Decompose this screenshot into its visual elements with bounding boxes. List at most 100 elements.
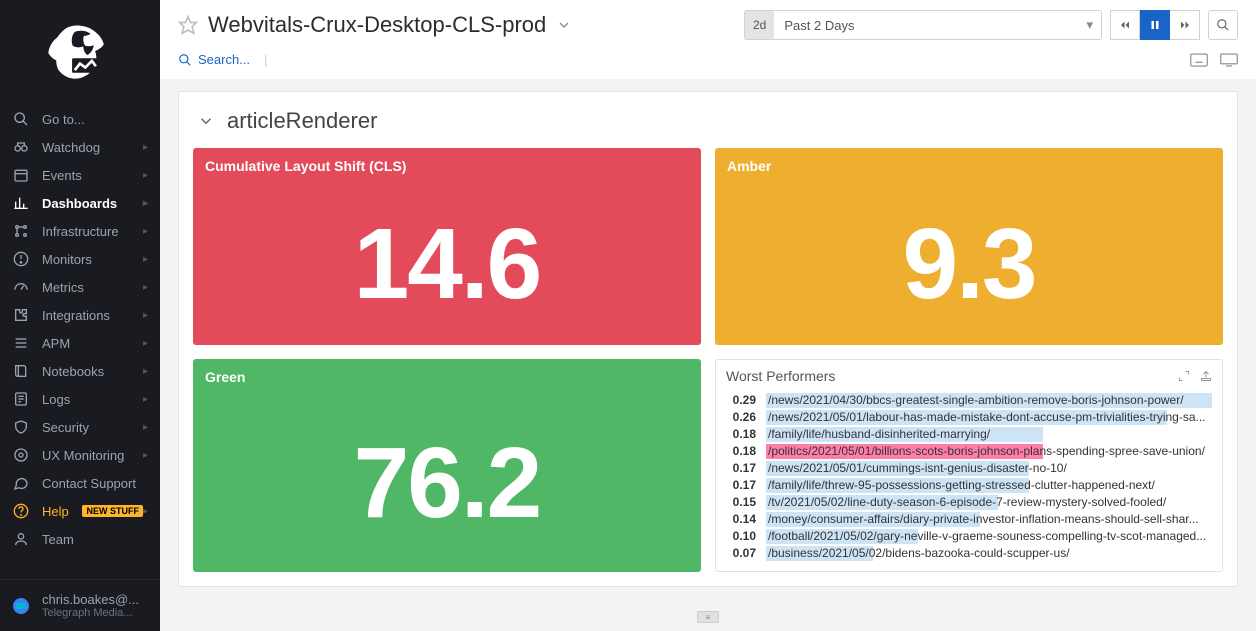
time-label: Past 2 Days — [784, 18, 1086, 33]
chevron-right-icon: ▸ — [143, 142, 148, 153]
search-link[interactable]: Search... | — [178, 52, 267, 67]
help-icon — [12, 503, 30, 519]
table-row[interactable]: 0.15/tv/2021/05/02/line-duty-season-6-ep… — [724, 494, 1214, 511]
chevron-right-icon: ▸ — [143, 394, 148, 405]
worst-performers-card[interactable]: Worst Performers 0.29/news/2021/04/30/bb… — [715, 359, 1223, 572]
nav-apm[interactable]: APM▸ — [0, 329, 160, 357]
search-label: Search... — [198, 52, 250, 67]
table-row[interactable]: 0.18/family/life/husband-disinherited-ma… — [724, 426, 1214, 443]
main: Webvitals-Crux-Desktop-CLS-prod 2d Past … — [160, 0, 1256, 631]
calendar-icon — [12, 167, 30, 183]
row-path: /news/2021/04/30/bbcs-greatest-single-am… — [766, 393, 1212, 408]
table-row[interactable]: 0.29/news/2021/04/30/bbcs-greatest-singl… — [724, 392, 1214, 409]
time-back-button[interactable] — [1110, 10, 1140, 40]
nav-label: Contact Support — [42, 476, 148, 491]
chevron-right-icon: ▸ — [143, 170, 148, 181]
nav-items: Go to...Watchdog▸Events▸Dashboards▸Infra… — [0, 105, 160, 579]
nav-team[interactable]: Team — [0, 525, 160, 553]
user-org: Telegraph Media... — [42, 607, 139, 619]
tile-green[interactable]: Green 76.2 — [193, 359, 701, 572]
row-path: /money/consumer-affairs/diary-private-in… — [766, 512, 1212, 527]
avatar-icon — [12, 598, 30, 614]
row-path: /business/2021/05/02/bidens-bazooka-coul… — [766, 546, 1212, 561]
nav-label: Help — [42, 504, 78, 519]
time-pause-button[interactable] — [1140, 10, 1170, 40]
row-value: 0.18 — [726, 444, 756, 459]
nav-label: APM — [42, 336, 143, 351]
new-badge: NEW STUFF — [82, 505, 143, 517]
tile-value: 76.2 — [193, 395, 701, 572]
nav-label: Dashboards — [42, 196, 143, 211]
nav-label: Logs — [42, 392, 143, 407]
tile-amber[interactable]: Amber 9.3 — [715, 148, 1223, 345]
group-card: articleRenderer Cumulative Layout Shift … — [178, 91, 1238, 587]
chevron-right-icon: ▸ — [143, 198, 148, 209]
logo[interactable] — [0, 0, 160, 105]
export-icon[interactable] — [1200, 370, 1212, 382]
nav-label: Go to... — [42, 112, 148, 127]
search-icon-button[interactable] — [1208, 10, 1238, 40]
nav-label: Watchdog — [42, 140, 143, 155]
table-row[interactable]: 0.07/business/2021/05/02/bidens-bazooka-… — [724, 545, 1214, 562]
chevron-right-icon: ▸ — [143, 366, 148, 377]
row-value: 0.15 — [726, 495, 756, 510]
time-nav — [1110, 10, 1200, 40]
nav-label: Monitors — [42, 252, 143, 267]
nav-events[interactable]: Events▸ — [0, 161, 160, 189]
table-row[interactable]: 0.10/football/2021/05/02/gary-neville-v-… — [724, 528, 1214, 545]
nav-goto[interactable]: Go to... — [0, 105, 160, 133]
row-value: 0.26 — [726, 410, 756, 425]
chevron-right-icon: ▸ — [143, 310, 148, 321]
user-menu[interactable]: chris.boakes@... Telegraph Media... — [0, 586, 160, 625]
nav-metrics[interactable]: Metrics▸ — [0, 273, 160, 301]
tile-title: Cumulative Layout Shift (CLS) — [193, 148, 701, 184]
table-row[interactable]: 0.18/politics/2021/05/01/billions-scots-… — [724, 443, 1214, 460]
nav-notebooks[interactable]: Notebooks▸ — [0, 357, 160, 385]
chevron-right-icon: ▸ — [143, 506, 148, 517]
nodes-icon — [12, 223, 30, 239]
table-row[interactable]: 0.17/news/2021/05/01/cummings-isnt-geniu… — [724, 460, 1214, 477]
nav-contact-support[interactable]: Contact Support — [0, 469, 160, 497]
nav-watchdog[interactable]: Watchdog▸ — [0, 133, 160, 161]
title-menu-chevron-icon[interactable] — [556, 17, 572, 33]
nav-label: Integrations — [42, 308, 143, 323]
nav-integrations[interactable]: Integrations▸ — [0, 301, 160, 329]
time-range-picker[interactable]: 2d Past 2 Days ▾ — [744, 10, 1102, 40]
expand-icon[interactable] — [1178, 370, 1190, 382]
table-title: Worst Performers — [726, 368, 835, 384]
nav-label: Events — [42, 168, 143, 183]
group-header[interactable]: articleRenderer — [193, 92, 1223, 148]
table-row[interactable]: 0.17/family/life/threw-95-possessions-ge… — [724, 477, 1214, 494]
row-path: /tv/2021/05/02/line-duty-season-6-episod… — [766, 495, 1212, 510]
time-forward-button[interactable] — [1170, 10, 1200, 40]
row-path: /family/life/husband-disinherited-marryi… — [766, 427, 1212, 442]
nav-monitors[interactable]: Monitors▸ — [0, 245, 160, 273]
row-value: 0.17 — [726, 461, 756, 476]
table-row[interactable]: 0.26/news/2021/05/01/labour-has-made-mis… — [724, 409, 1214, 426]
content: articleRenderer Cumulative Layout Shift … — [160, 79, 1256, 631]
logs-icon — [12, 391, 30, 407]
tile-cls-red[interactable]: Cumulative Layout Shift (CLS) 14.6 — [193, 148, 701, 345]
tile-title: Green — [193, 359, 701, 395]
keyboard-icon[interactable] — [1190, 53, 1208, 67]
alert-icon — [12, 251, 30, 267]
nav-security[interactable]: Security▸ — [0, 413, 160, 441]
chevron-right-icon: ▸ — [143, 338, 148, 349]
tv-mode-icon[interactable] — [1220, 53, 1238, 67]
table-row[interactable]: 0.14/money/consumer-affairs/diary-privat… — [724, 511, 1214, 528]
nav-ux-monitoring[interactable]: UX Monitoring▸ — [0, 441, 160, 469]
star-icon[interactable] — [178, 15, 198, 35]
chevron-right-icon: ▸ — [143, 226, 148, 237]
search-icon — [178, 53, 192, 67]
group-title: articleRenderer — [227, 108, 377, 134]
time-chip: 2d — [745, 11, 774, 39]
nav-logs[interactable]: Logs▸ — [0, 385, 160, 413]
caret-down-icon: ▾ — [1086, 17, 1093, 33]
nav-label: Metrics — [42, 280, 143, 295]
nav-dashboards[interactable]: Dashboards▸ — [0, 189, 160, 217]
list-icon — [12, 335, 30, 351]
drag-handle-icon[interactable]: ≡ — [697, 611, 719, 623]
chevron-right-icon: ▸ — [143, 282, 148, 293]
nav-help[interactable]: Help NEW STUFF▸ — [0, 497, 160, 525]
nav-infrastructure[interactable]: Infrastructure▸ — [0, 217, 160, 245]
